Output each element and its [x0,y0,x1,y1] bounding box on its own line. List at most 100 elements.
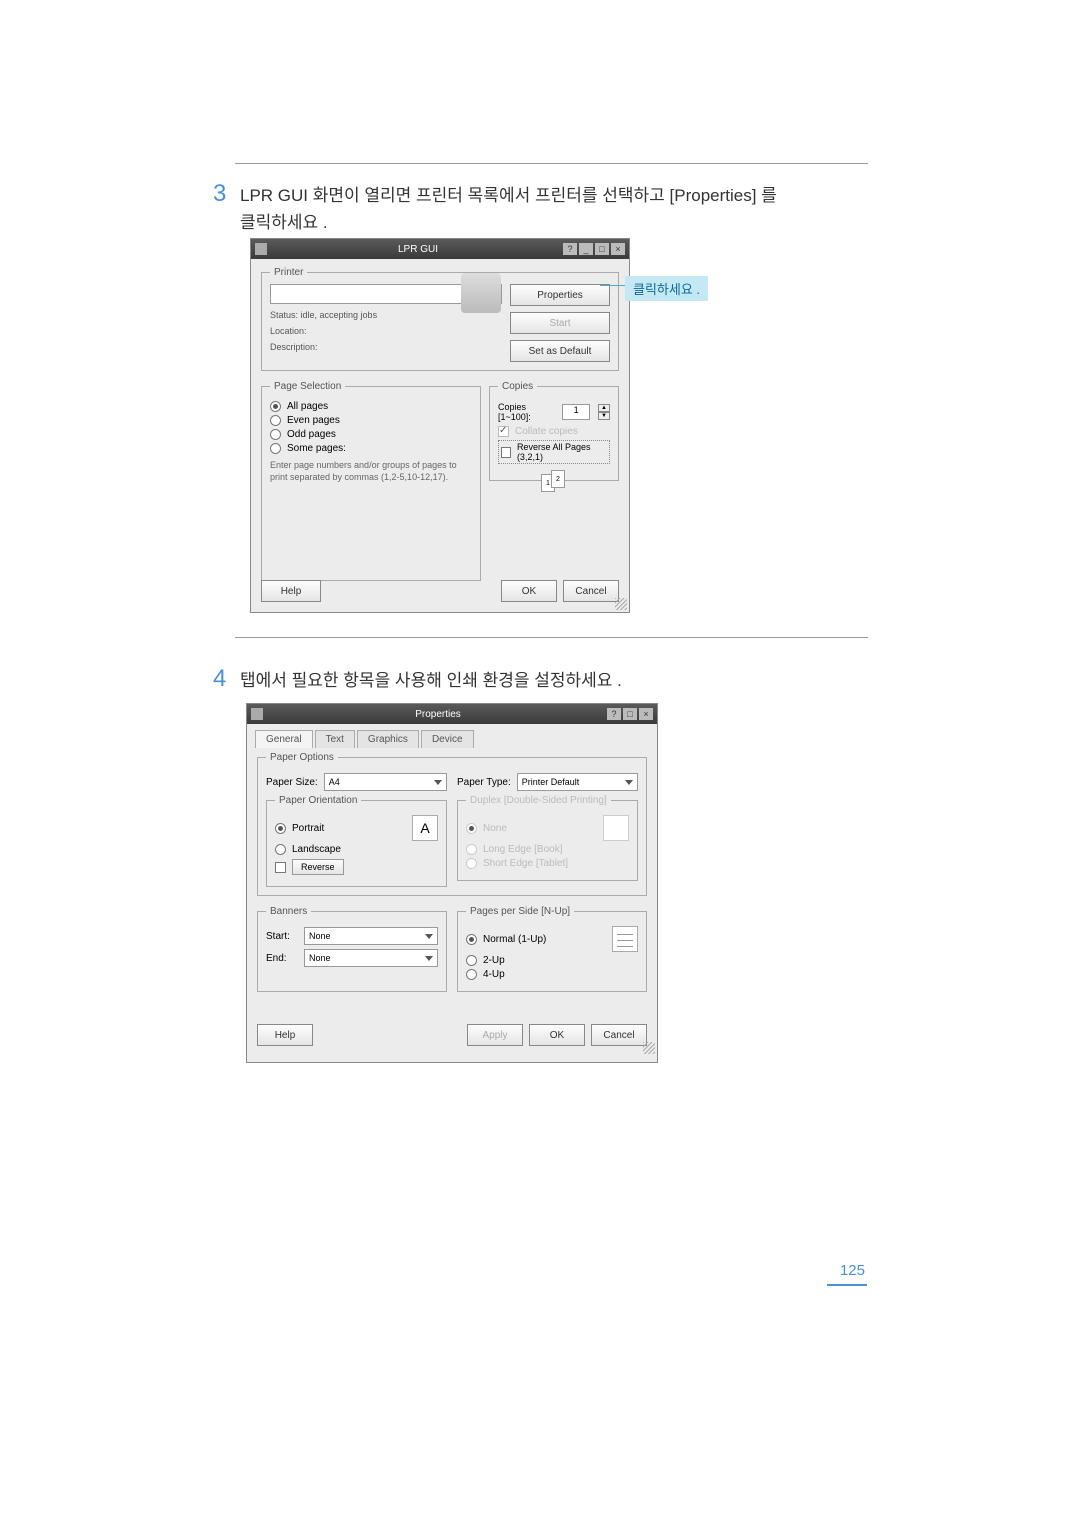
help-button-icon[interactable]: ? [563,243,577,255]
rule-divider-2 [235,637,868,638]
collate-checkbox[interactable] [498,426,509,437]
banners-legend: Banners [266,906,311,917]
resize-grip-icon-2[interactable] [643,1042,655,1054]
step-4-text: 탭에서 필요한 항목을 사용해 인쇄 환경을 설정하세요 . [240,667,795,694]
page-range-hint: Enter page numbers and/or groups of page… [270,460,472,483]
printer-fieldset: Printer Status: idle, accepting jobs Loc… [261,267,619,371]
page-number: 125 [840,1262,865,1279]
lpr-gui-window: LPR GUI ? _ □ × Printer Status: idle, ac… [250,238,630,613]
step-3-number: 3 [213,180,226,208]
reverse-checkbox[interactable] [501,447,511,458]
some-pages-radio[interactable] [270,443,281,454]
duplex-fieldset: Duplex [Double-Sided Printing] None Long… [457,795,638,881]
callout-line [600,285,625,286]
chevron-down-icon [425,934,433,939]
odd-pages-radio[interactable] [270,429,281,440]
printer-legend: Printer [270,267,307,278]
minimize-icon[interactable]: _ [579,243,593,255]
banner-start-select[interactable]: None [304,927,438,945]
chevron-down-icon [434,780,442,785]
page-number-line [827,1284,867,1286]
ok-button[interactable]: OK [501,580,557,602]
window-title: LPR GUI [273,244,563,255]
app-icon [255,243,267,255]
all-pages-radio[interactable] [270,401,281,412]
long-edge-radio [466,844,477,855]
duplex-none-radio [466,823,477,834]
banner-end-select[interactable]: None [304,949,438,967]
nup-2-radio[interactable] [466,955,477,966]
paper-size-value: A4 [329,777,340,787]
short-edge-radio [466,858,477,869]
nup-preview-icon [612,926,638,952]
apply-button[interactable]: Apply [467,1024,523,1046]
nup-fieldset: Pages per Side [N-Up] Normal (1-Up) 2-Up… [457,906,647,992]
nup-legend: Pages per Side [N-Up] [466,906,574,917]
portrait-radio[interactable] [275,823,286,834]
orientation-fieldset: Paper Orientation Portrait A Landscape R… [266,795,447,887]
window-title-2: Properties [269,709,607,720]
help-button-icon-2[interactable]: ? [607,708,621,720]
set-default-button[interactable]: Set as Default [510,340,610,362]
properties-window: Properties ? □ × General Text Graphics D… [246,703,658,1063]
help-button-2[interactable]: Help [257,1024,313,1046]
duplex-legend: Duplex [Double-Sided Printing] [466,795,611,806]
odd-pages-label: Odd pages [287,429,336,440]
app-icon-2 [251,708,263,720]
copies-fieldset: Copies Copies [1~100]: 1 ▲▼ Collate copi… [489,381,619,481]
resize-grip-icon[interactable] [615,598,627,610]
copies-legend: Copies [498,381,537,392]
portrait-label: Portrait [292,823,324,834]
banner-start-label: Start: [266,931,298,942]
paper-size-select[interactable]: A4 [324,773,447,791]
ok-button-2[interactable]: OK [529,1024,585,1046]
paper-type-select[interactable]: Printer Default [517,773,638,791]
tab-device[interactable]: Device [421,730,474,748]
banner-end-label: End: [266,953,298,964]
nup-4-radio[interactable] [466,969,477,980]
all-pages-label: All pages [287,401,328,412]
paper-size-label: Paper Size: [266,777,318,788]
copies-input[interactable]: 1 [562,404,590,420]
long-edge-label: Long Edge [Book] [483,844,563,855]
duplex-preview-icon [603,815,629,841]
page-selection-legend: Page Selection [270,381,345,392]
maximize-icon[interactable]: □ [595,243,609,255]
help-button[interactable]: Help [261,580,321,602]
tab-general[interactable]: General [255,730,313,748]
close-icon-2[interactable]: × [639,708,653,720]
paper-options-fieldset: Paper Options Paper Size: A4 Paper Orien… [257,752,647,896]
rule-divider [235,163,868,164]
copies-diagram-icon: 12 [539,470,569,500]
copies-label: Copies [1~100]: [498,402,556,422]
banners-fieldset: Banners Start: None End: None [257,906,447,992]
landscape-radio[interactable] [275,844,286,855]
nup-1-radio[interactable] [466,934,477,945]
banner-end-value: None [309,953,331,963]
chevron-down-icon [425,956,433,961]
titlebar-2: Properties ? □ × [247,704,657,724]
even-pages-radio[interactable] [270,415,281,426]
copies-spinner[interactable]: ▲▼ [598,404,610,420]
nup-4-label: 4-Up [483,969,505,980]
page-selection-fieldset: Page Selection All pages Even pages Odd … [261,381,481,581]
tab-graphics[interactable]: Graphics [357,730,419,748]
nup-2-label: 2-Up [483,955,505,966]
reverse-button[interactable]: Reverse [292,859,344,875]
titlebar: LPR GUI ? _ □ × [251,239,629,259]
printer-description: Description: [270,342,502,352]
tab-text[interactable]: Text [315,730,355,748]
step-3-text: LPR GUI 화면이 열리면 프린터 목록에서 프린터를 선택하고 [Prop… [240,182,795,236]
cancel-button-2[interactable]: Cancel [591,1024,647,1046]
maximize-icon-2[interactable]: □ [623,708,637,720]
close-icon[interactable]: × [611,243,625,255]
tabs: General Text Graphics Device [247,724,657,748]
reverse-checkbox-2[interactable] [275,862,286,873]
duplex-none-label: None [483,823,507,834]
cancel-button[interactable]: Cancel [563,580,619,602]
printer-icon [461,273,501,313]
printer-location: Location: [270,326,502,336]
start-button[interactable]: Start [510,312,610,334]
properties-button[interactable]: Properties [510,284,610,306]
chevron-down-icon [625,780,633,785]
